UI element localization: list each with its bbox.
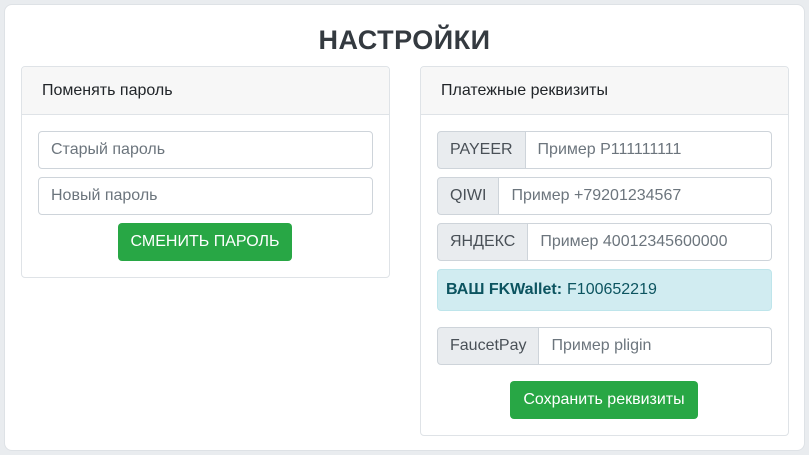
payment-details-card: Платежные реквизиты PAYEER QIWI ЯНДЕКС В… — [420, 66, 789, 436]
qiwi-input-group: QIWI — [437, 177, 772, 215]
fkwallet-label: ВАШ FKWallet: — [446, 281, 563, 298]
change-password-button[interactable]: СМЕНИТЬ ПАРОЛЬ — [118, 223, 292, 261]
faucetpay-input[interactable] — [539, 327, 772, 365]
settings-page: НАСТРОЙКИ Поменять пароль СМЕНИТЬ ПАРОЛЬ… — [4, 4, 805, 451]
fkwallet-alert: ВАШ FKWallet: F100652219 — [437, 269, 772, 311]
old-password-input[interactable] — [38, 131, 373, 169]
qiwi-label: QIWI — [437, 177, 500, 215]
payeer-input-group: PAYEER — [437, 131, 772, 169]
change-password-header: Поменять пароль — [22, 67, 389, 115]
fkwallet-value: F100652219 — [567, 281, 657, 298]
change-password-card: Поменять пароль СМЕНИТЬ ПАРОЛЬ — [21, 66, 390, 278]
payment-details-header: Платежные реквизиты — [421, 67, 788, 115]
new-password-input[interactable] — [38, 177, 373, 215]
save-details-button[interactable]: Сохранить реквизиты — [510, 381, 698, 419]
payeer-input[interactable] — [525, 131, 772, 169]
yandex-input-group: ЯНДЕКС — [437, 223, 772, 261]
page-title: НАСТРОЙКИ — [318, 25, 491, 55]
faucetpay-input-group: FaucetPay — [437, 327, 772, 365]
faucetpay-label: FaucetPay — [437, 327, 540, 365]
yandex-input[interactable] — [528, 223, 772, 261]
yandex-label: ЯНДЕКС — [437, 223, 529, 261]
payeer-label: PAYEER — [437, 131, 526, 169]
qiwi-input[interactable] — [499, 177, 772, 215]
